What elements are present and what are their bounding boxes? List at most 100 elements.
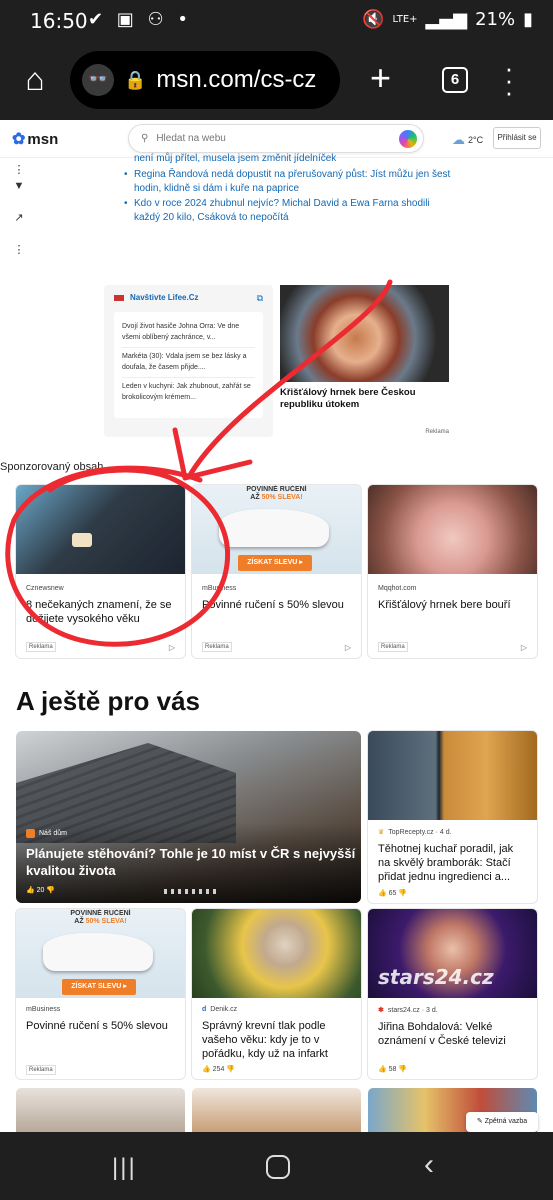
card-source: Cznewsnew — [26, 585, 64, 592]
card-source: Mqqhot.com — [378, 585, 417, 592]
lifee-ad-block[interactable]: Navštivte Lifee.Cz ⧉ Dvojí život hasiče … — [104, 285, 273, 437]
sponsored-card[interactable]: POVINNÉ RUČENÍ AŽ 50% SLEVA! ZÍSKAT SLEV… — [192, 485, 361, 658]
adchoices-icon[interactable]: ▷ — [521, 643, 527, 652]
mug-ad[interactable]: Křišťálový hrnek bere Českou republiku ú… — [280, 285, 449, 435]
lte-icon: LTE+ — [392, 14, 418, 25]
discount-button: ZÍSKAT SLEVU ▸ — [62, 979, 136, 995]
card-title: Povinné ručení s 50% slevou — [202, 599, 344, 611]
status-bar: 16:50 ✔ ▣ ⚇ • 🔇 LTE+ ▂▄▆ 21% ▮ — [0, 0, 553, 42]
reaction-counts[interactable]: 👍 254 👎 — [202, 1065, 235, 1073]
cloud-icon: ☁ — [452, 132, 465, 147]
card-source: mBusiness — [26, 1006, 61, 1013]
feed-card-large[interactable]: Náš dům Plánujete stěhování? Tohle je 10… — [16, 731, 361, 903]
news-link-list: není můj přítel, musela jsem změnit jíde… — [124, 152, 454, 226]
reaction-counts[interactable]: 👍 20 👎 — [26, 886, 55, 894]
carousel-dots[interactable] — [164, 889, 220, 894]
watermark-logo: stars24.cz — [378, 965, 494, 989]
lifee-item[interactable]: Dvojí život hasiče Johna Orra: Ve dne vš… — [122, 318, 255, 348]
lifee-header[interactable]: Navštivte Lifee.Cz — [114, 293, 263, 302]
source-logo-icon: ♛ — [378, 829, 385, 836]
annotation-arrowhead — [172, 427, 253, 481]
discount-button: ZÍSKAT SLEVU ▸ — [238, 555, 312, 571]
feed-card-partial[interactable] — [192, 1088, 361, 1132]
feed-card-partial[interactable] — [16, 1088, 185, 1132]
card-title: 8 nečekaných znamení, že se dožijete vys… — [26, 599, 172, 625]
home-button-icon[interactable] — [266, 1155, 290, 1179]
adchoices-icon[interactable]: ▷ — [345, 643, 351, 652]
news-link-fragment[interactable]: není můj přítel, musela jsem změnit jíde… — [124, 152, 454, 166]
card-source: ✱ stars24.cz · 3 d. — [378, 1006, 438, 1015]
mug-ad-title: Křišťálový hrnek bere Českou republiku ú… — [280, 387, 416, 410]
adchoices-icon[interactable]: ▷ — [169, 643, 175, 652]
mute-icon: 🔇 — [362, 9, 385, 30]
card-title: Plánujete stěhování? Tohle je 10 míst v … — [26, 846, 356, 878]
car-graphic — [219, 509, 329, 547]
dislike-icon[interactable]: ▼ — [9, 176, 29, 196]
tab-switcher-button[interactable]: 6 — [442, 67, 468, 93]
sponsored-card[interactable]: Cznewsnew 8 nečekaných znamení, že se do… — [16, 485, 185, 658]
browser-toolbar: ⌂ 👓 🔒 msn.com/cs-cz + 6 · · · — [0, 42, 553, 120]
card-image — [16, 485, 185, 574]
ad-label: Reklama — [425, 429, 449, 435]
card-image: stars24.cz — [368, 909, 537, 998]
copilot-icon[interactable] — [399, 130, 417, 148]
search-input[interactable]: ⚲ Hledat na webu — [128, 124, 424, 153]
card-image — [192, 909, 361, 998]
weather-widget[interactable]: ☁ 2°C — [452, 132, 483, 148]
address-bar[interactable]: 👓 🔒 msn.com/cs-cz — [70, 51, 340, 109]
feed-card[interactable]: ♛ TopRecepty.cz · 4 d. Těhotnej kuchař p… — [368, 731, 537, 903]
search-placeholder: Hledat na webu — [156, 133, 226, 144]
source-logo-icon: d — [202, 1006, 207, 1013]
lifee-item[interactable]: Leden v kuchyni: Jak zhubnout, zahřát se… — [122, 378, 255, 407]
reaction-counts[interactable]: 👍 65 👎 — [378, 889, 407, 897]
card-source: mBusiness — [202, 585, 237, 592]
card-title: Jiřina Bohdalová: Velké oznámení v České… — [378, 1021, 506, 1047]
share-icon[interactable]: ↗ — [9, 208, 29, 228]
lock-icon: 🔒 — [124, 69, 147, 90]
sponsored-heading: Sponzorovaný obsah — [0, 461, 104, 473]
battery-text: 21% — [475, 9, 516, 30]
card-image — [368, 485, 537, 574]
feed-card[interactable]: POVINNÉ RUČENÍ AŽ 50% SLEVA! ZÍSKAT SLEV… — [16, 909, 185, 1079]
android-nav-bar: ||| ‹ — [0, 1132, 553, 1200]
feedback-button[interactable]: ✎ Zpětná vazba — [466, 1112, 538, 1132]
battery-icon: ▮ — [523, 9, 533, 30]
source-logo-icon: ✱ — [378, 1007, 384, 1014]
ad-label: Reklama — [26, 1065, 56, 1075]
system-icons: 🔇 LTE+ ▂▄▆ 21% ▮ — [362, 9, 533, 30]
car-graphic — [43, 933, 153, 971]
card-source: ♛ TopRecepty.cz · 4 d. — [378, 828, 452, 837]
signin-button[interactable]: Přihlásit se — [493, 127, 541, 149]
lifee-list: Dvojí život hasiče Johna Orra: Ve dne vš… — [114, 312, 263, 418]
feed-card[interactable]: d Denik.cz Správný krevní tlak podle vaš… — [192, 909, 361, 1079]
card-image — [368, 731, 537, 820]
feedback-icon: ✎ — [476, 1118, 483, 1125]
back-icon[interactable]: ‹ — [424, 1148, 434, 1182]
external-link-icon[interactable]: ⧉ — [257, 293, 263, 304]
overflow-menu-icon[interactable]: · · · — [504, 55, 514, 105]
ad-label: Reklama — [378, 642, 408, 652]
card-title: Správný krevní tlak podle vašeho věku: k… — [202, 1020, 328, 1060]
reaction-counts[interactable]: 👍 58 👎 — [378, 1065, 407, 1073]
notification-icons: ✔ ▣ ⚇ • — [88, 9, 193, 30]
recent-apps-icon[interactable]: ||| — [112, 1154, 137, 1182]
status-time: 16:50 — [30, 9, 88, 33]
new-tab-icon[interactable]: + — [370, 60, 391, 96]
card-source: Náš dům — [26, 829, 67, 838]
msn-logo[interactable]: ✿ msn — [12, 129, 58, 149]
butterfly-icon: ✿ — [12, 131, 26, 148]
card-image: POVINNÉ RUČENÍ AŽ 50% SLEVA! ZÍSKAT SLEV… — [192, 485, 361, 574]
ad-label: Reklama — [26, 642, 56, 652]
news-link[interactable]: Regina Řandová nedá dopustit na přerušov… — [124, 168, 454, 196]
card-source: d Denik.cz — [202, 1006, 238, 1013]
news-link[interactable]: Kdo v roce 2024 zhubnul nejvíc? Michal D… — [124, 197, 454, 225]
lifee-item[interactable]: Markéta (30): Vdala jsem se bez lásky a … — [122, 348, 255, 378]
incognito-icon: 👓 — [82, 64, 114, 96]
section-title: A ještě pro vás — [16, 686, 201, 716]
options-icon[interactable]: ⋮ — [9, 240, 29, 260]
sponsored-card[interactable]: Mqqhot.com Křišťálový hrnek bere bouří R… — [368, 485, 537, 658]
feed-card[interactable]: stars24.cz ✱ stars24.cz · 3 d. Jiřina Bo… — [368, 909, 537, 1079]
mug-image — [280, 285, 449, 382]
home-icon[interactable]: ⌂ — [18, 62, 52, 96]
search-icon: ⚲ — [141, 133, 149, 144]
